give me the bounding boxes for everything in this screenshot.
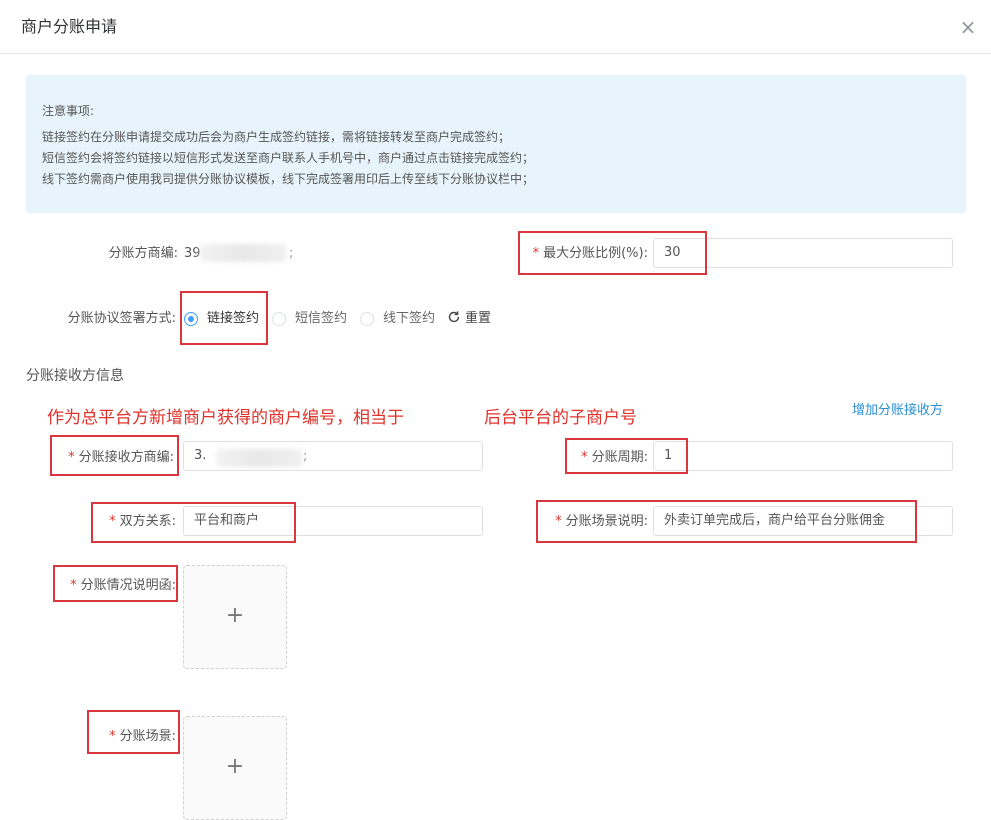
close-icon[interactable]: × xyxy=(958,17,978,37)
redacted-merchant-id xyxy=(200,244,286,262)
scene-desc-input[interactable]: 外卖订单完成后，商户给平台分账佣金 xyxy=(653,506,953,536)
annotation-left: 作为总平台方新增商户获得的商户编号，相当于 xyxy=(47,408,404,428)
notice-heading: 注意事项: xyxy=(42,104,95,118)
reset-button[interactable]: 重置 xyxy=(447,310,491,328)
header-divider xyxy=(0,53,991,54)
receiver-section-title: 分账接收方信息 xyxy=(26,368,124,384)
receiver-id-suffix: ; xyxy=(303,449,308,464)
merchant-id-value: 39 xyxy=(184,245,201,263)
radio-label-link-sign[interactable]: 链接签约 xyxy=(207,310,259,328)
scene-upload[interactable]: + xyxy=(183,716,287,820)
radio-label-sms-sign[interactable]: 短信签约 xyxy=(295,310,347,328)
relation-input[interactable]: 平台和商户 xyxy=(183,506,483,536)
letter-upload[interactable]: + xyxy=(183,565,287,669)
relation-label: * 双方关系: xyxy=(109,514,176,529)
radio-label-offline-sign[interactable]: 线下签约 xyxy=(383,310,435,328)
letter-label: * 分账情况说明函: xyxy=(70,578,176,593)
refresh-icon xyxy=(448,311,460,323)
receiver-id-prefix: 3. xyxy=(194,448,207,463)
scene-desc-label: * 分账场景说明: xyxy=(555,514,648,529)
cycle-input[interactable]: 1 xyxy=(653,441,953,471)
sign-method-label: 分账协议签署方式: xyxy=(67,311,176,326)
receiver-id-label: * 分账接收方商编: xyxy=(68,450,174,465)
max-ratio-input[interactable]: 30 xyxy=(653,238,953,268)
radio-offline-sign[interactable] xyxy=(360,312,374,326)
merchant-id-label: 分账方商编: xyxy=(108,246,178,261)
plus-icon: + xyxy=(225,603,245,628)
scene-label: * 分账场景: xyxy=(109,729,176,744)
reset-label: 重置 xyxy=(465,311,492,326)
notice-line: 线下签约需商户使用我司提供分账协议模板，线下完成签署用印后上传至线下分账协议栏中… xyxy=(42,172,535,186)
plus-icon: + xyxy=(225,754,245,779)
radio-sms-sign[interactable] xyxy=(272,312,286,326)
cycle-label: * 分账周期: xyxy=(581,450,648,465)
merchant-id-prefix: 39 xyxy=(184,246,201,261)
redacted-receiver-id xyxy=(216,449,302,467)
notice-line: 短信签约会将签约链接以短信形式发送至商户联系人手机号中，商户通过点击链接完成签约… xyxy=(42,151,535,165)
radio-link-sign[interactable] xyxy=(184,312,198,326)
annotation-right: 后台平台的子商户号 xyxy=(484,408,637,428)
add-receiver-link[interactable]: 增加分账接收方 xyxy=(852,399,943,418)
max-ratio-label: * 最大分账比例(%): xyxy=(532,246,648,261)
merchant-id-suffix: ; xyxy=(289,246,294,261)
dialog-title: 商户分账申请 xyxy=(21,17,118,36)
notice-line: 链接签约在分账申请提交成功后会为商户生成签约链接，需将链接转发至商户完成签约； xyxy=(42,130,511,144)
